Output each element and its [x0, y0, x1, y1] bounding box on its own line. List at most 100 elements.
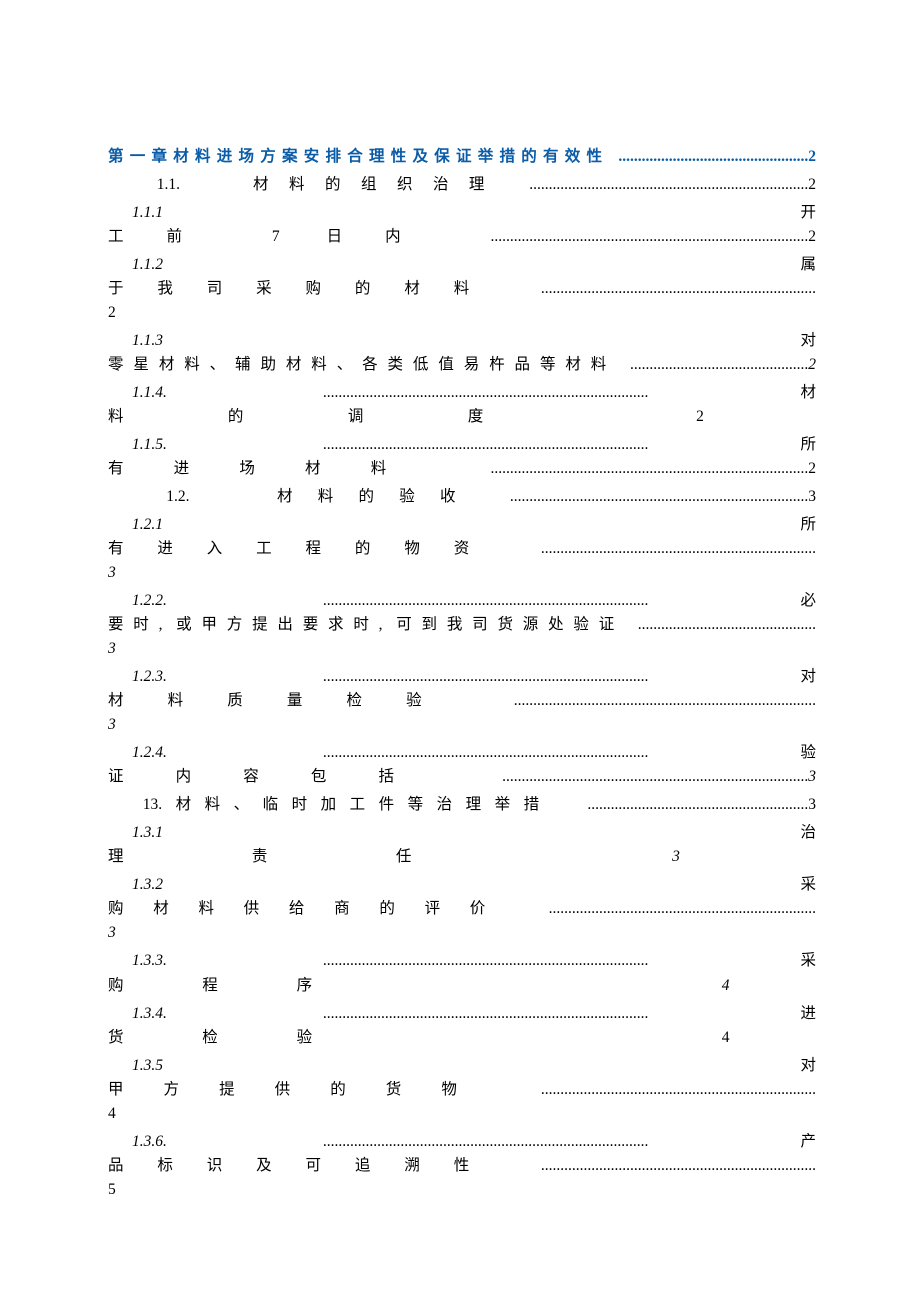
num: 1.3.3.	[108, 949, 167, 973]
toc-1-1-3: 1.1.3 对 零星材料、辅助材料、各类低值易杵品等材料 ...........…	[108, 329, 816, 377]
toc-1-3-5: 1.3.5 对 甲方提供的货物 ........................…	[108, 1054, 816, 1126]
toc-1-1-1: 1.1.1 开 工前 7 日内 ........................…	[108, 201, 816, 249]
num: 1.3.1	[108, 821, 163, 845]
spacer	[376, 824, 589, 841]
cont: 品标识及可追溯性	[108, 1157, 503, 1174]
toc-1-2-3: 1.2.3. .................................…	[108, 665, 816, 737]
toc-1-2-4: 1.2.4. .................................…	[108, 741, 816, 789]
filler	[812, 408, 816, 425]
num: 1.2.1	[108, 513, 163, 537]
page: 2	[696, 408, 704, 425]
cont: 货检验	[108, 1029, 391, 1046]
cont: 料的调度	[108, 408, 588, 425]
toc-1-1-4: 1.1.4. .................................…	[108, 381, 816, 429]
toc-1-3: 13.材料、临时加工件等治理举措 .......................…	[108, 793, 816, 817]
page: 2	[808, 228, 816, 245]
suffix: 开	[801, 204, 817, 221]
cont: 甲方提供的货物	[108, 1081, 497, 1098]
cont: 理责任	[108, 848, 540, 865]
spacer	[376, 516, 589, 533]
page: 4	[108, 1105, 116, 1122]
document-page: 第一章材料进场方案安排合理性及保证举措的有效性 ................…	[0, 0, 920, 1306]
suffix: 采	[648, 952, 816, 969]
toc-1-3-2: 1.3.2 采 购材料供给商的评价 ......................…	[108, 873, 816, 945]
num: 1.1.4.	[108, 381, 167, 405]
toc-1-2-2: 1.2.2. .................................…	[108, 589, 816, 661]
suffix: 所	[648, 436, 816, 453]
suffix: 验	[648, 744, 816, 761]
num: 1.3.4.	[108, 1002, 167, 1026]
page: 2	[808, 460, 816, 477]
spacer	[376, 876, 589, 893]
filler	[812, 848, 816, 865]
page: 3	[108, 564, 116, 581]
page: 3	[808, 768, 816, 785]
num: 1.2.	[166, 488, 189, 505]
title: 材料的验收	[277, 488, 481, 505]
num: 1.2.3.	[108, 665, 167, 689]
page: 3	[808, 488, 816, 505]
cont: 有进场材料	[108, 460, 436, 477]
cont: 于我司采购的材料	[108, 280, 503, 297]
spacer	[376, 204, 589, 221]
cont: 购程序	[108, 977, 391, 994]
page: 3	[808, 796, 816, 813]
cont: 零星材料、辅助材料、各类低值易杵品等材料	[108, 356, 616, 373]
filler	[812, 977, 816, 994]
cont: 证内容包括	[108, 768, 446, 785]
num: 1.1.1	[108, 201, 163, 225]
suffix: 所	[801, 516, 817, 533]
suffix: 治	[801, 824, 817, 841]
num: 1.1.5.	[108, 433, 167, 457]
cont: 有进入工程的物资	[108, 540, 503, 557]
num: 1.1.	[157, 176, 180, 193]
num: 1.3.2	[108, 873, 163, 897]
cont: 材料质量检验	[108, 692, 466, 709]
toc-1-2-1: 1.2.1 所 有进入工程的物资 .......................…	[108, 513, 816, 585]
spacer	[376, 332, 589, 349]
num: 1.2.4.	[108, 741, 167, 765]
page: 4	[722, 1029, 730, 1046]
cont: 工前 7 日内	[108, 228, 444, 245]
suffix: 产	[648, 1133, 816, 1150]
page: 3	[108, 716, 116, 733]
toc-1-3-6: 1.3.6. .................................…	[108, 1130, 816, 1202]
num: 1.1.2	[108, 253, 163, 277]
title: 材料、临时加工件等治理举措	[162, 796, 553, 813]
title: 材料的组织治理	[253, 176, 505, 193]
page: 2	[808, 356, 816, 373]
suffix: 必	[648, 592, 816, 609]
page: 2	[108, 304, 116, 321]
page: 3	[108, 640, 116, 657]
filler	[812, 1029, 816, 1046]
toc-1-1-5: 1.1.5. .................................…	[108, 433, 816, 481]
chapter-title: 第一章材料进场方案安排合理性及保证举措的有效性	[108, 148, 608, 165]
toc-1-1: 1.1. 材料的组织治理 ...........................…	[108, 173, 816, 197]
toc-chapter-1: 第一章材料进场方案安排合理性及保证举措的有效性 ................…	[108, 145, 816, 169]
cont: 要时, 或甲方提出要求时, 可到我司货源处验证	[108, 616, 624, 633]
page: 2	[808, 176, 816, 193]
suffix: 对	[801, 332, 817, 349]
page: 3	[108, 924, 116, 941]
toc-1-2: 1.2. 材料的验收 .............................…	[108, 485, 816, 509]
spacer	[376, 256, 589, 273]
suffix: 对	[801, 1057, 817, 1074]
num: 1.3.6.	[108, 1130, 167, 1154]
toc-1-1-2: 1.1.2 属 于我司采购的材料 .......................…	[108, 253, 816, 325]
num: 13.	[143, 796, 162, 813]
num: 1.2.2.	[108, 589, 167, 613]
page: 4	[722, 977, 730, 994]
suffix: 材	[648, 384, 816, 401]
toc-1-3-1: 1.3.1 治 理责任 3	[108, 821, 816, 869]
toc-1-3-4: 1.3.4. .................................…	[108, 1002, 816, 1050]
page: 5	[108, 1181, 116, 1198]
num: 1.1.3	[108, 329, 163, 353]
spacer	[376, 1057, 589, 1074]
suffix: 采	[801, 876, 817, 893]
suffix: 进	[648, 1005, 816, 1022]
cont: 购材料供给商的评价	[108, 900, 515, 917]
chapter-page: 2	[808, 148, 816, 165]
page: 3	[672, 848, 680, 865]
suffix: 对	[648, 668, 816, 685]
toc-1-3-3: 1.3.3. .................................…	[108, 949, 816, 997]
